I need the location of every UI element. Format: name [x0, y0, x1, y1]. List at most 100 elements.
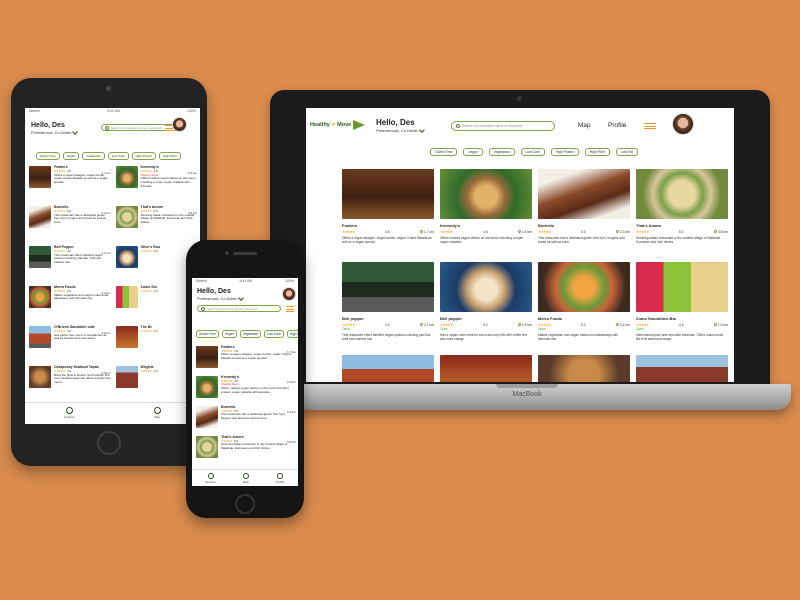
filter-chip[interactable]: Low Fat [616, 148, 638, 156]
restaurant-photo [196, 406, 218, 428]
restaurant-list: Fowlers ★★★★★ 4.6 Offers a vegan lasagne, v… [29, 165, 200, 406]
star-rating-icon: ★★★★★ [140, 288, 152, 293]
restaurant-card[interactable]: Burnells ★★★★★ 5.0 This restaurant has a de… [196, 405, 296, 436]
filter-chip[interactable]: High Protein [550, 148, 579, 156]
filter-chip[interactable]: High Fibre [584, 148, 611, 156]
restaurant-photo [115, 206, 138, 228]
filter-chip[interactable]: Low Carb [520, 148, 545, 156]
macbook-label: MacBook [512, 391, 542, 398]
restaurant-card[interactable]: Octopussy Seafood Tapas ★★★★★ 4.5 Bring the… [29, 365, 113, 406]
tab-explore[interactable]: Explore [206, 470, 216, 486]
tab-explore[interactable]: Explore [64, 403, 75, 424]
restaurant-card[interactable]: Burnells ★★★★★ 5.0 This restaurant has a de… [29, 205, 113, 246]
filter-chip[interactable]: Low Carb [107, 152, 129, 160]
desktop-header: Healthy ♥ Move Hello, Des Portmarnock, C… [306, 108, 734, 144]
filter-chip[interactable]: Low Carb [264, 330, 284, 338]
restaurant-name: Bell pepper [342, 316, 364, 321]
filter-chip[interactable]: Vegan [463, 148, 483, 156]
restaurant-card[interactable]: Kennedy's ★★★★★ 4.8 2.4 km Offers marked … [440, 169, 532, 256]
restaurant-photo [196, 346, 218, 368]
distance: 2.4 km [101, 291, 111, 295]
arrow-icon [353, 120, 366, 130]
restaurant-card[interactable]: Fowlers ★★★★★ 4.6 Offers a vegan lasagne, v… [29, 165, 113, 206]
avatar[interactable] [672, 113, 694, 135]
filter-chip[interactable]: High Fibre [159, 152, 181, 160]
filter-chip[interactable]: Vegan [62, 152, 80, 160]
restaurant-photo [29, 366, 51, 388]
tab-bar: Explore Map [25, 402, 200, 424]
restaurant-card[interactable]: Bell pepper ★★★★★ 4.0 2.1 km Open This re… [342, 262, 434, 349]
avatar[interactable] [282, 287, 296, 301]
open-status: Open [538, 327, 546, 331]
restaurant-card[interactable]: Fowlers ★★★★★ 4.6 1.7 km Offers a vegan l… [342, 169, 434, 256]
restaurant-description: This restaurant has a dedicated gluten f… [221, 412, 286, 421]
restaurant-card[interactable]: Fowlers ★★★★★ 4.6 Offers a vegan lasagne, v… [196, 345, 296, 376]
filter-chip[interactable]: High Protein [131, 152, 157, 160]
avatar[interactable] [172, 117, 187, 132]
location-selector[interactable]: Portmarnock, Co.Dublin [376, 126, 426, 133]
logo-text-move: Move [337, 122, 352, 128]
restaurant-description: Offers a vegan lasagne, vegan burrito, v… [54, 172, 108, 185]
open-status: Open [636, 327, 644, 331]
restaurant-card[interactable]: Kennedy's ★★★★★ 4.8 Closing Soon Offers mark… [115, 165, 200, 206]
tab-label: Explore [205, 480, 216, 484]
restaurant-card[interactable]: Bell pepper ★★★★★ 5.0 2.5 km Open Has a v… [440, 262, 532, 349]
restaurant-card[interactable]: Zumo Smoothies Bar ★★★★★ 4.6 1.5 km Open … [636, 262, 728, 349]
restaurant-description: Offers marked vegan dishes on the menu i… [221, 386, 289, 394]
home-button[interactable] [97, 431, 121, 455]
restaurant-card[interactable]: Merra Foods ★★★★★ 5.0 Makes vegetarian and … [29, 285, 113, 326]
filter-chip[interactable]: Vegetarian [488, 148, 515, 156]
search-placeholder: Search by business name or keyword [462, 124, 522, 128]
rating-value: 4.8 [482, 230, 488, 234]
restaurant-card[interactable]: Bell Pepper ★★★★★ 4.0 This restaurant offer… [29, 245, 113, 286]
star-rating-icon: ★★★★★ [140, 248, 152, 253]
filter-chip[interactable]: Gluten Free [36, 152, 60, 160]
filter-icon[interactable] [286, 306, 294, 312]
distance: 2.1 km [419, 322, 434, 327]
search-input[interactable]: Search by business name or keyword [197, 305, 281, 312]
tab-profile[interactable]: Profile [276, 470, 284, 486]
location-selector[interactable]: Portmarnock, Co.Dublin [31, 129, 79, 135]
map-pin-icon [242, 473, 249, 479]
logo-text-healthy: Healthy [310, 122, 330, 128]
restaurant-description: Has a vegan main meal for lunch and soy … [440, 333, 527, 341]
restaurant-card[interactable] [440, 355, 532, 382]
battery: 100% [187, 109, 196, 113]
restaurant-card[interactable]: Burnells ★★★★★ 5.0 2.3 km This restaurant… [538, 169, 630, 256]
restaurant-card[interactable]: Kennedy's ★★★★★ 4.8 Closing Soon Offers mark… [196, 375, 296, 406]
restaurant-card[interactable]: That's Amore ★★★★★ 5.0 Stunning Italian res… [196, 435, 296, 466]
distance: 2.4 km [517, 229, 532, 234]
restaurant-photo [342, 355, 434, 382]
filter-chip[interactable]: High Protein [286, 330, 298, 338]
restaurant-card[interactable] [342, 355, 434, 382]
filter-chip[interactable]: Vegetarian [239, 330, 262, 338]
nav-map-link[interactable]: Map [578, 122, 591, 129]
restaurant-card[interactable] [636, 355, 728, 382]
nav-profile-link[interactable]: Profile [608, 122, 626, 129]
location-selector[interactable]: Portmarnock, Co.Dublin [197, 295, 245, 301]
restaurant-photo [115, 286, 138, 308]
restaurant-meta: ★★★★★ 5.0 3.8 km [636, 229, 728, 234]
filter-icon[interactable] [644, 123, 656, 129]
restaurant-card[interactable]: That's Amore ★★★★★ 5.0 3.8 km Stunning It… [636, 169, 728, 256]
restaurant-name: Merra Foods [538, 316, 563, 321]
tab-map[interactable]: Map [153, 403, 161, 424]
rating-value: 4.3 [153, 368, 158, 373]
app-logo[interactable]: Healthy ♥ Move [310, 120, 366, 130]
filter-chip[interactable]: Vegan [221, 330, 237, 338]
restaurant-photo [29, 166, 51, 188]
home-button[interactable] [235, 494, 255, 514]
filter-chip[interactable]: Gluten Free [196, 330, 219, 338]
restaurant-card[interactable]: Merra Foods ★★★★★ 5.0 2.4 km Open Makes v… [538, 262, 630, 349]
tab-map[interactable]: Map [242, 470, 249, 486]
filter-chip[interactable]: Gluten Free [430, 148, 458, 156]
filter-chips: Gluten Free Vegan Vegetarian Low Carb Hi… [196, 330, 298, 338]
search-input[interactable]: Search by business name or keyword [451, 121, 555, 131]
restaurant-description: International juice and smoothie franchi… [636, 333, 724, 341]
distance: 2.1 km [101, 251, 111, 255]
restaurant-card[interactable]: That's Amore ★★★★★ 5.0 Stunning Italian res… [115, 205, 200, 246]
restaurant-card[interactable] [538, 355, 630, 382]
restaurant-card[interactable]: O'Briens Sandwich cafe ★★★★★ 4.0 Has gluten… [29, 325, 113, 366]
filter-chip[interactable]: Vegetarian [82, 152, 105, 160]
distance: 3.8 km [286, 440, 296, 444]
